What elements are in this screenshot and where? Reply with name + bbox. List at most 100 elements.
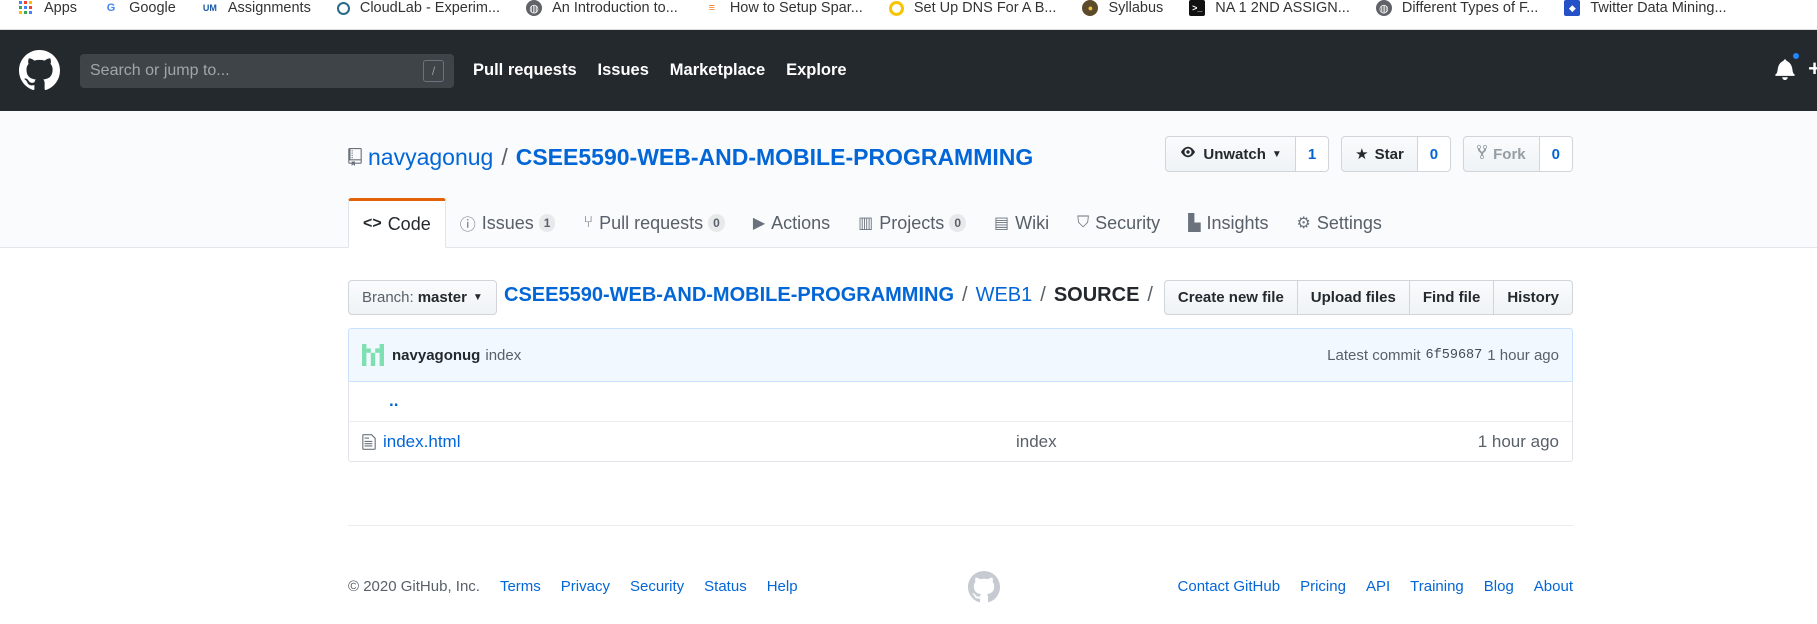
repo-owner-link[interactable]: navyagonug [368, 144, 493, 171]
table-row: index.html index 1 hour ago [349, 421, 1572, 461]
nav-marketplace[interactable]: Marketplace [670, 61, 765, 79]
breadcrumb-repo-link[interactable]: CSEE5590-WEB-AND-MOBILE-PROGRAMMING [504, 284, 954, 307]
footer-link-terms[interactable]: Terms [500, 578, 541, 595]
footer-link-status[interactable]: Status [704, 578, 747, 595]
star-button[interactable]: ★ Star [1341, 136, 1418, 172]
bookmark-label: Assignments [227, 0, 311, 16]
bookmark-intro[interactable]: ◍ An Introduction to... [526, 0, 678, 16]
breadcrumb-separator: / [1040, 284, 1046, 306]
bookmark-syllabus[interactable]: ● Syllabus [1082, 0, 1163, 16]
repo-name-link[interactable]: CSEE5590-WEB-AND-MOBILE-PROGRAMMING [516, 144, 1034, 171]
star-label: Star [1374, 145, 1404, 163]
tab-code[interactable]: <> Code [348, 198, 446, 248]
fork-label: Fork [1493, 145, 1526, 163]
footer-link-api[interactable]: API [1366, 578, 1390, 595]
tab-insights[interactable]: ▙ Insights [1174, 198, 1282, 248]
globe-icon: ◍ [526, 0, 543, 16]
tab-security[interactable]: ⛉ Security [1063, 198, 1174, 248]
search-placeholder: Search or jump to... [90, 61, 230, 79]
header-nav: Pull requests Issues Marketplace Explore [473, 61, 864, 80]
nav-pull-requests[interactable]: Pull requests [473, 61, 577, 79]
parent-directory-link[interactable]: .. [389, 391, 398, 411]
graph-icon: ▙ [1188, 215, 1201, 232]
commit-message-link[interactable]: index [485, 347, 521, 364]
bookmark-apps[interactable]: Apps [18, 0, 77, 16]
tab-label: Actions [771, 212, 831, 233]
footer-copyright: © 2020 GitHub, Inc. [348, 578, 480, 595]
bookmark-label: Google [129, 0, 176, 16]
file-icon [362, 433, 376, 450]
search-input[interactable]: Search or jump to... / [80, 53, 454, 88]
github-mark-icon[interactable] [968, 571, 1000, 603]
branch-name: master [417, 289, 467, 306]
issue-icon: ⓘ [459, 217, 476, 234]
footer-link-about[interactable]: About [1534, 578, 1573, 595]
footer-link-privacy[interactable]: Privacy [561, 578, 610, 595]
upload-files-button[interactable]: Upload files [1296, 280, 1410, 315]
breadcrumb-separator: / [1147, 284, 1153, 306]
branch-prefix: Branch: [362, 289, 414, 306]
chevron-down-icon: ▼ [472, 292, 483, 303]
bookmarks-bar: Apps G Google UM Assignments CloudLab - … [0, 0, 1817, 30]
commit-sha-link[interactable]: 6f59687 [1426, 348, 1483, 363]
tab-wiki[interactable]: ▤ Wiki [980, 198, 1063, 248]
tab-settings[interactable]: ⚙ Settings [1283, 198, 1396, 248]
commit-author-link[interactable]: navyagonug [392, 347, 480, 364]
fork-icon [1477, 144, 1488, 164]
bookmark-cloudlab[interactable]: CloudLab - Experim... [336, 0, 500, 16]
avatar[interactable] [362, 344, 384, 366]
bookmark-twitter[interactable]: ◆ Twitter Data Mining... [1564, 0, 1727, 16]
github-header: Search or jump to... / Pull requests Iss… [0, 30, 1817, 111]
footer-link-help[interactable]: Help [767, 578, 798, 595]
github-logo-icon[interactable] [19, 50, 60, 91]
file-age: 1 hour ago [1477, 431, 1559, 451]
tab-actions[interactable]: ▶ Actions [739, 198, 844, 248]
jira-icon: ◆ [1564, 0, 1581, 16]
footer-link-security[interactable]: Security [630, 578, 684, 595]
bookmark-spark[interactable]: ≡ How to Setup Spar... [704, 0, 863, 16]
find-file-button[interactable]: Find file [1408, 280, 1495, 315]
footer-link-training[interactable]: Training [1410, 578, 1464, 595]
tab-label: Insights [1206, 212, 1269, 233]
footer-link-blog[interactable]: Blog [1484, 578, 1514, 595]
bookmark-types[interactable]: ◍ Different Types of F... [1375, 0, 1539, 16]
bookmark-google[interactable]: G Google [103, 0, 176, 16]
footer-link-contact[interactable]: Contact GitHub [1178, 578, 1281, 595]
create-new-icon[interactable]: + [1808, 56, 1817, 82]
dns-icon [888, 0, 904, 16]
file-commit-message[interactable]: index [1016, 432, 1057, 452]
tab-pull-requests[interactable]: ⑂ Pull requests 0 [569, 198, 738, 248]
branch-select-button[interactable]: Branch: master ▼ [348, 280, 497, 315]
tab-label: Code [387, 213, 431, 234]
bookmark-label: Different Types of F... [1401, 0, 1539, 16]
nav-explore[interactable]: Explore [786, 61, 847, 79]
fork-button[interactable]: Fork [1463, 136, 1540, 172]
bookmark-assignments[interactable]: UM Assignments [202, 0, 311, 16]
history-button[interactable]: History [1493, 280, 1573, 315]
breadcrumb-web1-link[interactable]: WEB1 [976, 284, 1033, 307]
star-count[interactable]: 0 [1417, 136, 1452, 172]
project-icon: ▥ [858, 215, 874, 232]
create-new-file-button[interactable]: Create new file [1163, 280, 1298, 315]
fork-count[interactable]: 0 [1539, 136, 1573, 172]
file-buttons: Create new file Upload files Find file H… [1163, 280, 1573, 315]
footer-link-pricing[interactable]: Pricing [1300, 578, 1346, 595]
tab-projects[interactable]: ▥ Projects 0 [844, 198, 980, 248]
tab-issues[interactable]: ⓘ Issues 1 [446, 198, 570, 248]
tab-label: Security [1095, 212, 1161, 233]
footer-right-links: Contact GitHub Pricing API Training Blog… [1158, 578, 1573, 595]
notification-bell-icon[interactable] [1775, 58, 1795, 80]
watch-count[interactable]: 1 [1295, 136, 1330, 172]
nav-issues[interactable]: Issues [598, 61, 649, 79]
bookmark-dns[interactable]: Set Up DNS For A B... [888, 0, 1057, 16]
file-navigation: Branch: master ▼ CSEE5590-WEB-AND-MOBILE… [348, 280, 1573, 316]
chevron-down-icon: ▼ [1271, 148, 1282, 160]
terminal-icon: >_ [1189, 0, 1206, 16]
bookmark-label: Set Up DNS For A B... [913, 0, 1057, 16]
bookmark-na[interactable]: >_ NA 1 2ND ASSIGN... [1189, 0, 1350, 16]
file-name-link[interactable]: index.html [383, 432, 1016, 452]
footer-divider [348, 525, 1573, 526]
unwatch-button[interactable]: Unwatch ▼ [1165, 136, 1296, 172]
notification-dot [1791, 51, 1801, 61]
google-icon: G [106, 2, 116, 14]
